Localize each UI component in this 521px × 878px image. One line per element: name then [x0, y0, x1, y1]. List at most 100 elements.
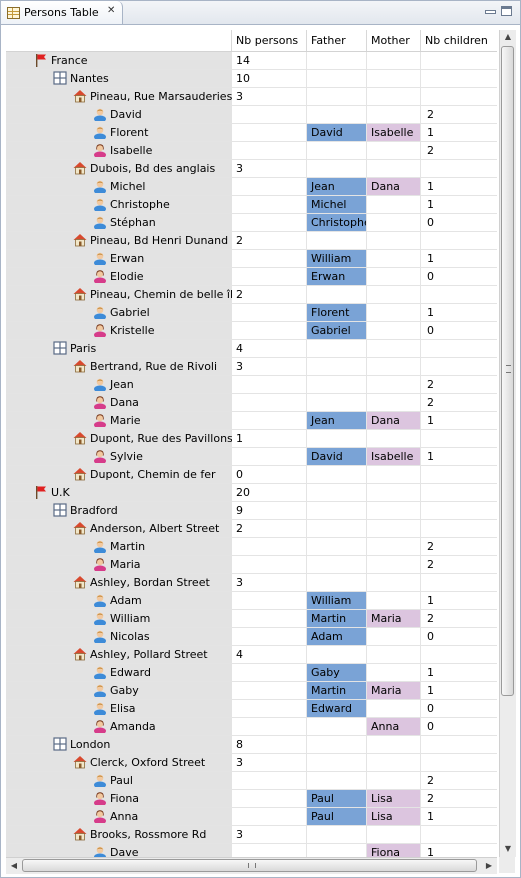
table-row[interactable]: Dupont, Rue des Pavillons 1: [6, 430, 497, 448]
table-row[interactable]: William Martin Maria 2: [6, 610, 497, 628]
nb-persons-cell[interactable]: [232, 448, 307, 465]
father-cell[interactable]: Adam: [307, 628, 367, 645]
table-row[interactable]: Christophe Michel 1: [6, 196, 497, 214]
father-cell[interactable]: [307, 160, 367, 177]
father-cell[interactable]: [307, 394, 367, 411]
tree-cell[interactable]: Pineau, Rue Marsauderies: [6, 88, 232, 105]
nb-persons-cell[interactable]: [232, 178, 307, 195]
nb-persons-cell[interactable]: 4: [232, 340, 307, 357]
mother-cell[interactable]: Dana: [367, 178, 421, 195]
nb-children-cell[interactable]: [421, 340, 497, 357]
table-row[interactable]: David 2: [6, 106, 497, 124]
tree-cell[interactable]: Brooks, Rossmore Rd: [6, 826, 232, 843]
nb-children-cell[interactable]: 2: [421, 538, 497, 555]
nb-persons-cell[interactable]: [232, 664, 307, 681]
nb-children-cell[interactable]: [421, 160, 497, 177]
nb-persons-cell[interactable]: [232, 106, 307, 123]
tree-cell[interactable]: Bertrand, Rue de Rivoli: [6, 358, 232, 375]
tree-cell[interactable]: Dupont, Chemin de fer: [6, 466, 232, 483]
tree-cell[interactable]: Florent: [6, 124, 232, 141]
nb-children-cell[interactable]: [421, 286, 497, 303]
mother-cell[interactable]: [367, 574, 421, 591]
tree-cell[interactable]: Jean: [6, 376, 232, 393]
father-cell[interactable]: Michel: [307, 196, 367, 213]
mother-cell[interactable]: [367, 538, 421, 555]
father-cell[interactable]: William: [307, 592, 367, 609]
horizontal-scroll-thumb[interactable]: [22, 859, 477, 872]
nb-children-cell[interactable]: 1: [421, 448, 497, 465]
mother-cell[interactable]: [367, 196, 421, 213]
nb-persons-cell[interactable]: [232, 556, 307, 573]
nb-persons-cell[interactable]: [232, 214, 307, 231]
table-row[interactable]: U.K 20: [6, 484, 497, 502]
nb-children-cell[interactable]: [421, 430, 497, 447]
table-row[interactable]: Anna Paul Lisa 1: [6, 808, 497, 826]
nb-persons-cell[interactable]: [232, 250, 307, 267]
table-row[interactable]: Bertrand, Rue de Rivoli 3: [6, 358, 497, 376]
nb-persons-cell[interactable]: [232, 268, 307, 285]
nb-persons-cell[interactable]: 3: [232, 826, 307, 843]
table-row[interactable]: Isabelle 2: [6, 142, 497, 160]
nb-children-cell[interactable]: 1: [421, 664, 497, 681]
nb-children-cell[interactable]: [421, 484, 497, 501]
nb-children-cell[interactable]: 0: [421, 700, 497, 717]
father-cell[interactable]: [307, 484, 367, 501]
table-row[interactable]: Ashley, Pollard Street 4: [6, 646, 497, 664]
nb-persons-cell[interactable]: [232, 304, 307, 321]
mother-cell[interactable]: [367, 340, 421, 357]
mother-cell[interactable]: Maria: [367, 610, 421, 627]
tree-cell[interactable]: Clerck, Oxford Street: [6, 754, 232, 771]
tree-cell[interactable]: Michel: [6, 178, 232, 195]
nb-persons-cell[interactable]: 9: [232, 502, 307, 519]
nb-persons-cell[interactable]: [232, 808, 307, 825]
nb-persons-cell[interactable]: 3: [232, 574, 307, 591]
nb-children-cell[interactable]: 1: [421, 808, 497, 825]
nb-persons-cell[interactable]: 0: [232, 466, 307, 483]
father-cell[interactable]: Florent: [307, 304, 367, 321]
nb-persons-cell[interactable]: [232, 790, 307, 807]
nb-persons-cell[interactable]: 20: [232, 484, 307, 501]
nb-children-cell[interactable]: 0: [421, 268, 497, 285]
tree-cell[interactable]: Dana: [6, 394, 232, 411]
mother-cell[interactable]: [367, 304, 421, 321]
nb-persons-cell[interactable]: 2: [232, 520, 307, 537]
nb-persons-cell[interactable]: 3: [232, 358, 307, 375]
mother-cell[interactable]: [367, 484, 421, 501]
scroll-right-icon[interactable]: ▶: [481, 859, 497, 873]
tree-cell[interactable]: Dubois, Bd des anglais: [6, 160, 232, 177]
father-cell[interactable]: [307, 538, 367, 555]
nb-children-cell[interactable]: 2: [421, 394, 497, 411]
table-row[interactable]: Stéphan Christophe 0: [6, 214, 497, 232]
nb-children-cell[interactable]: 2: [421, 106, 497, 123]
father-cell[interactable]: [307, 466, 367, 483]
nb-children-cell[interactable]: 1: [421, 682, 497, 699]
mother-cell[interactable]: [367, 250, 421, 267]
father-cell[interactable]: Gabriel: [307, 322, 367, 339]
table-row[interactable]: Michel Jean Dana 1: [6, 178, 497, 196]
nb-children-cell[interactable]: [421, 70, 497, 87]
column-header-father[interactable]: Father: [307, 30, 367, 51]
nb-persons-cell[interactable]: [232, 412, 307, 429]
mother-cell[interactable]: [367, 826, 421, 843]
tree-cell[interactable]: Erwan: [6, 250, 232, 267]
nb-children-cell[interactable]: 2: [421, 376, 497, 393]
tree-cell[interactable]: David: [6, 106, 232, 123]
tree-cell[interactable]: Maria: [6, 556, 232, 573]
nb-persons-cell[interactable]: [232, 376, 307, 393]
table-row[interactable]: Sylvie David Isabelle 1: [6, 448, 497, 466]
minimize-button[interactable]: [485, 10, 496, 14]
tree-cell[interactable]: Anderson, Albert Street: [6, 520, 232, 537]
table-row[interactable]: London 8: [6, 736, 497, 754]
table-row[interactable]: Elisa Edward 0: [6, 700, 497, 718]
mother-cell[interactable]: [367, 358, 421, 375]
mother-cell[interactable]: [367, 520, 421, 537]
nb-children-cell[interactable]: 1: [421, 250, 497, 267]
father-cell[interactable]: [307, 106, 367, 123]
mother-cell[interactable]: [367, 106, 421, 123]
scroll-up-icon[interactable]: ▲: [500, 30, 516, 44]
father-cell[interactable]: [307, 430, 367, 447]
tree-cell[interactable]: Paul: [6, 772, 232, 789]
nb-persons-cell[interactable]: [232, 682, 307, 699]
tree-cell[interactable]: Gaby: [6, 682, 232, 699]
table-row[interactable]: Clerck, Oxford Street 3: [6, 754, 497, 772]
